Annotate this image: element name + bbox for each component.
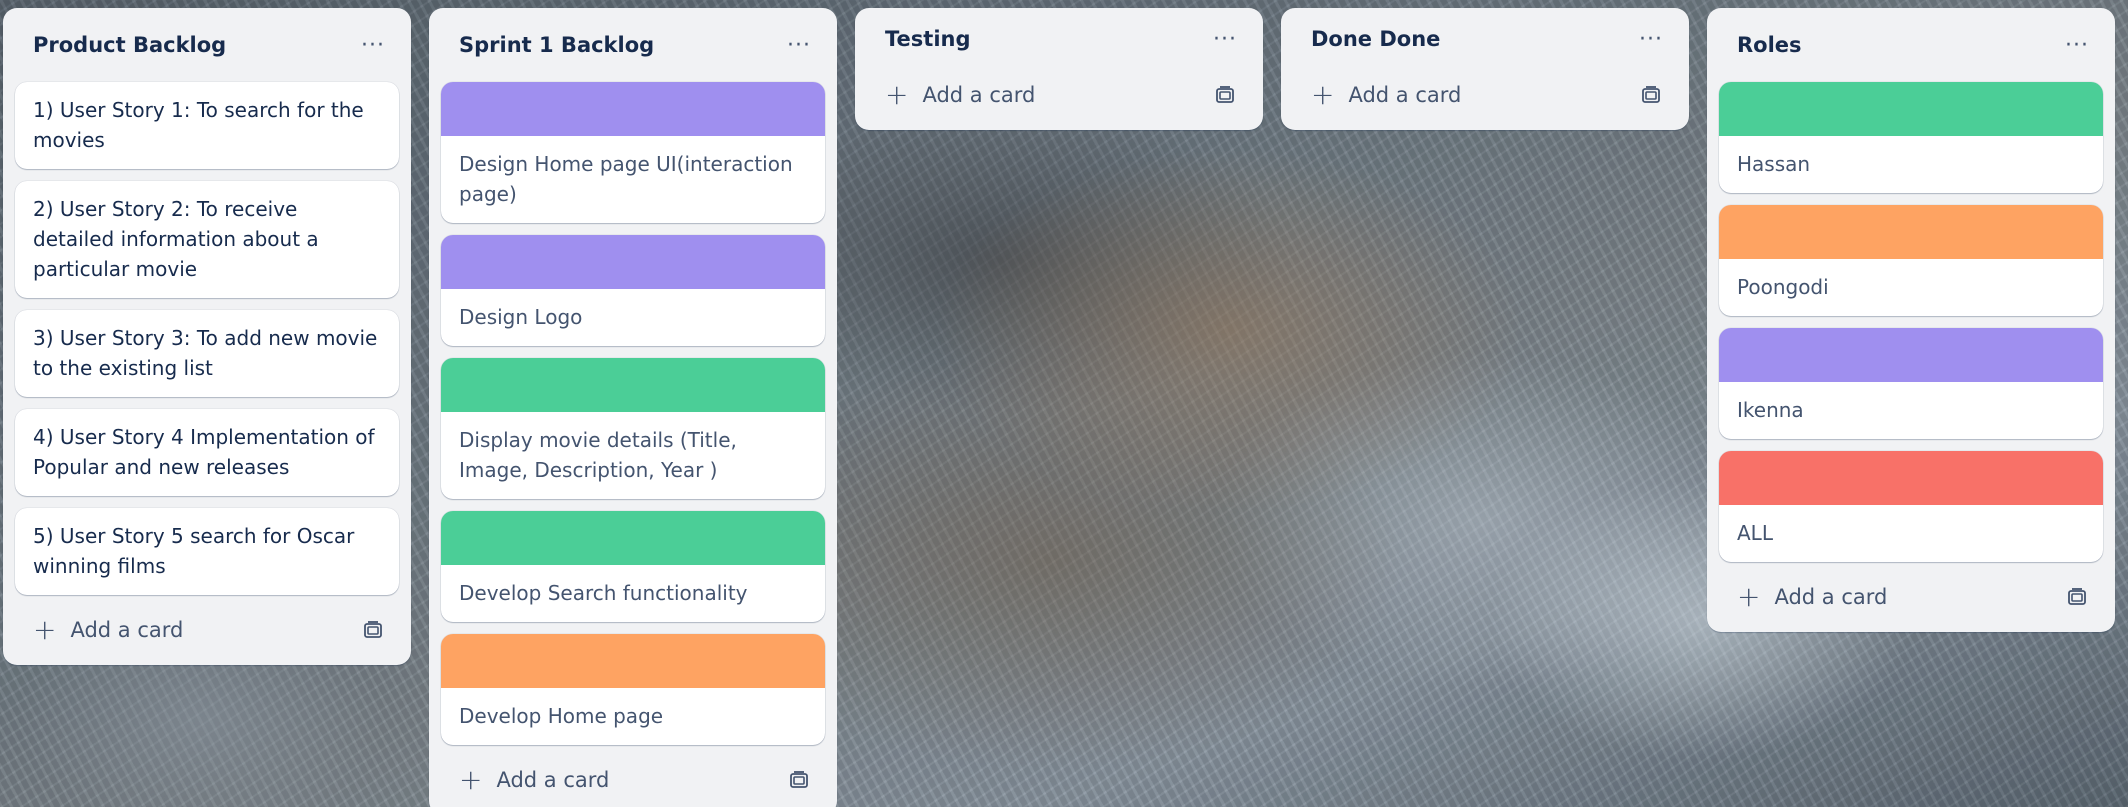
list-title[interactable]: Done Done	[1311, 27, 1440, 51]
template-icon	[1642, 86, 1660, 103]
more-icon: ···	[2065, 32, 2089, 58]
card-title: 1) User Story 1: To search for the movie…	[33, 98, 364, 152]
add-card-button[interactable]: + Add a card	[1729, 577, 1895, 617]
card-title: Design Logo	[459, 305, 583, 329]
plus-icon: +	[459, 763, 483, 796]
list-roles: Roles ··· Hassan Poongodi Ikenna ALL + A…	[1707, 8, 2115, 632]
card[interactable]: 4) User Story 4 Implementation of Popula…	[15, 409, 399, 496]
create-from-template-button[interactable]	[353, 610, 393, 650]
list-header: Sprint 1 Backlog ···	[441, 8, 825, 82]
more-icon: ···	[1213, 26, 1237, 52]
template-icon	[364, 621, 382, 638]
list-footer: + Add a card	[441, 745, 825, 807]
list-footer: + Add a card	[1293, 60, 1677, 130]
card-cover	[441, 511, 825, 565]
card-cover	[441, 634, 825, 688]
card-title: Develop Search functionality	[459, 581, 748, 605]
list-menu-button[interactable]: ···	[353, 25, 393, 65]
card[interactable]: Ikenna	[1719, 328, 2103, 439]
plus-icon: +	[1737, 580, 1761, 613]
board-canvas: Product Backlog ··· 1) User Story 1: To …	[0, 0, 2128, 807]
list-menu-button[interactable]: ···	[1205, 19, 1245, 59]
card-cover	[1719, 451, 2103, 505]
card[interactable]: Develop Home page	[441, 634, 825, 745]
list-product-backlog: Product Backlog ··· 1) User Story 1: To …	[3, 8, 411, 665]
list-footer: + Add a card	[867, 60, 1251, 130]
plus-icon: +	[33, 613, 57, 646]
card-title: Hassan	[1737, 152, 1811, 176]
more-icon: ···	[1639, 26, 1663, 52]
card-title: 5) User Story 5 search for Oscar winning…	[33, 524, 355, 578]
add-card-button[interactable]: + Add a card	[451, 760, 617, 800]
create-from-template-button[interactable]	[1631, 75, 1671, 115]
card[interactable]: Hassan	[1719, 82, 2103, 193]
list-sprint-1-backlog: Sprint 1 Backlog ··· Design Home page UI…	[429, 8, 837, 807]
add-card-button[interactable]: + Add a card	[1303, 75, 1469, 115]
card-cover	[1719, 82, 2103, 136]
list-header: Roles ···	[1719, 8, 2103, 82]
card-title: Develop Home page	[459, 704, 664, 728]
more-icon: ···	[361, 32, 385, 58]
list-title[interactable]: Product Backlog	[33, 33, 226, 57]
card-title: 2) User Story 2: To receive detailed inf…	[33, 197, 319, 281]
add-card-button[interactable]: + Add a card	[877, 75, 1043, 115]
card-cover	[1719, 205, 2103, 259]
card-title: 3) User Story 3: To add new movie to the…	[33, 326, 378, 380]
card[interactable]: Poongodi	[1719, 205, 2103, 316]
list-done-done: Done Done ··· + Add a card	[1281, 8, 1689, 130]
add-card-label: Add a card	[496, 768, 610, 792]
list-title[interactable]: Roles	[1737, 33, 1802, 57]
card-title: Display movie details (Title, Image, Des…	[459, 428, 737, 482]
create-from-template-button[interactable]	[779, 760, 819, 800]
create-from-template-button[interactable]	[1205, 75, 1245, 115]
card-cover	[441, 358, 825, 412]
list-menu-button[interactable]: ···	[779, 25, 819, 65]
add-card-label: Add a card	[922, 83, 1036, 107]
template-icon	[2068, 588, 2086, 605]
card[interactable]: Design Logo	[441, 235, 825, 346]
create-from-template-button[interactable]	[2057, 577, 2097, 617]
card-list: 1) User Story 1: To search for the movie…	[15, 82, 399, 595]
card[interactable]: 3) User Story 3: To add new movie to the…	[15, 310, 399, 397]
add-card-label: Add a card	[70, 618, 184, 642]
plus-icon: +	[885, 78, 909, 111]
list-header: Product Backlog ···	[15, 8, 399, 82]
card[interactable]: Display movie details (Title, Image, Des…	[441, 358, 825, 499]
plus-icon: +	[1311, 78, 1335, 111]
card[interactable]: 2) User Story 2: To receive detailed inf…	[15, 181, 399, 298]
list-menu-button[interactable]: ···	[1631, 19, 1671, 59]
card[interactable]: ALL	[1719, 451, 2103, 562]
template-icon	[1216, 86, 1234, 103]
card[interactable]: 1) User Story 1: To search for the movie…	[15, 82, 399, 169]
card[interactable]: Develop Search functionality	[441, 511, 825, 622]
card-cover	[441, 82, 825, 136]
card-title: Poongodi	[1737, 275, 1829, 299]
card-list: Design Home page UI(interaction page) De…	[441, 82, 825, 745]
list-title[interactable]: Sprint 1 Backlog	[459, 33, 654, 57]
card-title: ALL	[1737, 521, 1773, 545]
card[interactable]: 5) User Story 5 search for Oscar winning…	[15, 508, 399, 595]
add-card-label: Add a card	[1774, 585, 1888, 609]
card-title: Ikenna	[1737, 398, 1804, 422]
template-icon	[790, 771, 808, 788]
add-card-button[interactable]: + Add a card	[25, 610, 191, 650]
list-testing: Testing ··· + Add a card	[855, 8, 1263, 130]
card-list: Hassan Poongodi Ikenna ALL	[1719, 82, 2103, 562]
card-title: Design Home page UI(interaction page)	[459, 152, 793, 206]
card-cover	[1719, 328, 2103, 382]
card-cover	[441, 235, 825, 289]
card-title: 4) User Story 4 Implementation of Popula…	[33, 425, 375, 479]
add-card-label: Add a card	[1348, 83, 1462, 107]
list-footer: + Add a card	[15, 595, 399, 665]
list-menu-button[interactable]: ···	[2057, 25, 2097, 65]
list-footer: + Add a card	[1719, 562, 2103, 632]
more-icon: ···	[787, 32, 811, 58]
list-title[interactable]: Testing	[885, 27, 971, 51]
card[interactable]: Design Home page UI(interaction page)	[441, 82, 825, 223]
